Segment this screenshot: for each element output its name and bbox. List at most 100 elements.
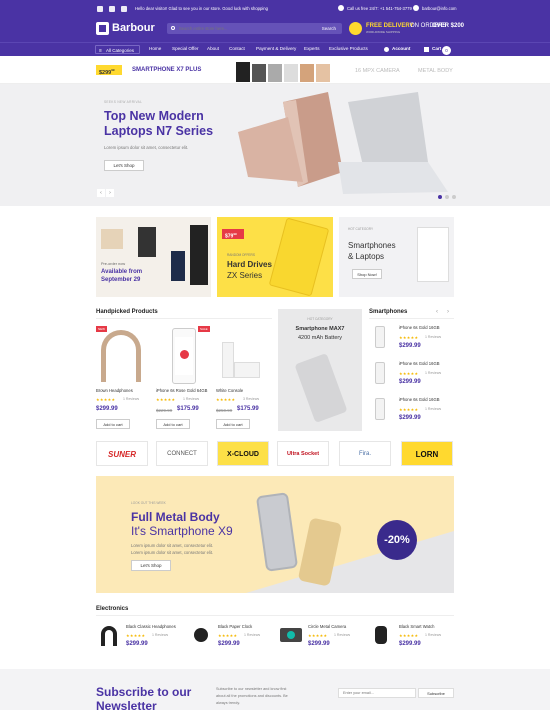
- shop-now-button[interactable]: Shop Now!: [352, 269, 382, 279]
- slider-dot-3[interactable]: [452, 195, 456, 199]
- smartphone-price: $299.99: [399, 343, 421, 349]
- search-input[interactable]: [179, 24, 309, 33]
- reviews-count: 3 Reviews: [243, 397, 260, 401]
- rating-stars: ★★★★★: [156, 397, 176, 402]
- nav-exclusive-products[interactable]: Exclusive Products: [329, 46, 368, 51]
- electronics-item[interactable]: Black Smart Watch ★★★★★ 1 Reviews $299.9…: [369, 620, 489, 660]
- hero-next-arrow[interactable]: ›: [106, 189, 114, 197]
- nav-home[interactable]: Home: [149, 46, 161, 51]
- main-nav: ≡ All Categories Home Special Offer Abou…: [0, 42, 550, 56]
- smartphone-list-item[interactable]: iPhone 6s Gold 16GB ★★★★★ 1 Reviews $299…: [369, 322, 454, 356]
- divider: [369, 318, 454, 319]
- smartphone-price: $299.99: [399, 415, 421, 421]
- metal-shop-button[interactable]: Let's Shop: [131, 560, 171, 571]
- tablet-image: [138, 227, 156, 257]
- logo-icon[interactable]: [96, 22, 109, 35]
- smartphones-next-arrow[interactable]: ›: [447, 309, 449, 315]
- electronics-price: $299.99: [126, 641, 148, 647]
- search-icon: [171, 26, 175, 30]
- electronics-name[interactable]: Circle Metal Camera: [308, 624, 346, 629]
- logo-text[interactable]: Barbour: [112, 22, 155, 34]
- product-name[interactable]: Brown Headphones: [96, 388, 133, 393]
- truck-icon: [349, 22, 362, 35]
- hard-drives-price-badge: $7999: [222, 229, 244, 240]
- rating-stars: ★★★★★: [399, 335, 419, 340]
- newsletter-section: Subscribe to our Newsletter Subscribe to…: [0, 669, 550, 713]
- nav-cart[interactable]: Cart: [432, 46, 441, 51]
- brand-logo-xcloud[interactable]: X-CLOUD: [217, 441, 269, 466]
- nav-about[interactable]: About: [207, 46, 219, 51]
- promo-price-badge: $29999: [96, 65, 122, 76]
- brand-logo-lorn[interactable]: LORN: [401, 441, 453, 466]
- hero-shop-button[interactable]: Let's Shop: [104, 160, 144, 171]
- newsletter-email-input[interactable]: [338, 688, 416, 698]
- electronics-name[interactable]: Black Classic Headphones: [126, 624, 176, 629]
- add-to-cart-button[interactable]: Add to cart: [216, 419, 250, 429]
- banner-preorder[interactable]: Pre-order now Available from September 2…: [96, 217, 211, 297]
- brand-logo-connect[interactable]: CONNECT: [156, 441, 208, 466]
- banner-smartphones[interactable]: HOT CATEGORY Smartphones & Laptops Shop …: [339, 217, 454, 297]
- banner-preorder-kicker: Pre-order now: [101, 262, 126, 266]
- phone-thumb: [375, 362, 385, 384]
- max7-kicker: HOT CATEGORY: [307, 317, 333, 321]
- smartphone-name[interactable]: iPhone 6s Gold 16GB: [399, 397, 440, 402]
- rating-stars: ★★★★★: [216, 397, 236, 402]
- hero-prev-arrow[interactable]: ‹: [97, 189, 105, 197]
- banner-preorder-line3: September 29: [101, 277, 141, 283]
- brand-logo-fira[interactable]: Fira.: [339, 441, 391, 466]
- max7-subtitle: 4200 mAh Battery: [297, 335, 343, 341]
- nav-special-offer[interactable]: Special Offer: [172, 46, 198, 51]
- metal-desc-1: Lorem ipsum dolor sit amet, consectetur …: [131, 543, 214, 548]
- facebook-icon[interactable]: [97, 6, 103, 12]
- electronics-name[interactable]: Black Paper Clock: [218, 624, 252, 629]
- electronics-price: $299.99: [218, 641, 240, 647]
- hero-title-line2: Laptops N7 Series: [104, 124, 214, 138]
- all-categories-button[interactable]: ≡ All Categories: [95, 45, 140, 54]
- nav-contact[interactable]: Contact: [229, 46, 245, 51]
- smartphone-list-item[interactable]: iPhone 6s Gold 16GB ★★★★★ 1 Reviews $299…: [369, 394, 454, 428]
- banner-hard-drives[interactable]: $7999 RANDOM OFFERS Hard Drives ZX Serie…: [217, 217, 333, 297]
- product-name[interactable]: White Console: [216, 388, 243, 393]
- slider-dot-2[interactable]: [445, 195, 449, 199]
- nav-account[interactable]: Account: [392, 46, 410, 51]
- search-button[interactable]: Search: [322, 26, 336, 31]
- slider-dot-1[interactable]: [438, 195, 442, 199]
- hero-slider: SEEKS NEW ARRIVAL Top New Modern Laptops…: [0, 84, 550, 206]
- header: Barbour Search FREE DELIVERY WORLDWIDE S…: [0, 19, 550, 42]
- nav-payment-delivery[interactable]: Payment & Delivery: [256, 46, 296, 51]
- metal-kicker: LOOK OUT THIS WEEK: [131, 501, 166, 505]
- add-to-cart-button[interactable]: Add to cart: [156, 419, 190, 429]
- product-price: $175.99: [177, 406, 199, 412]
- smartphone-list-item[interactable]: iPhone 6s Gold 16GB ★★★★★ 1 Reviews $299…: [369, 358, 454, 392]
- metal-body-banner[interactable]: LOOK OUT THIS WEEK Full Metal Body It's …: [96, 476, 454, 593]
- promo-strip[interactable]: $29999 SMARTPHONE X7 PLUS 16 MPX CAMERA …: [0, 56, 550, 84]
- reviews-count: 1 Reviews: [425, 371, 442, 375]
- add-to-cart-button[interactable]: Add to cart: [96, 419, 130, 429]
- product-name[interactable]: iPhone 6s Rose Gold 64GB: [156, 388, 207, 393]
- brand-logo-suner[interactable]: SUNER: [96, 441, 148, 466]
- smartphone-max7-banner[interactable]: HOT CATEGORY Smartphone MAX7 4200 mAh Ba…: [278, 309, 362, 431]
- reviews-count: 1 Reviews: [123, 397, 140, 401]
- reviews-count: 1 Reviews: [425, 407, 442, 411]
- nav-experts[interactable]: Experts: [304, 46, 320, 51]
- smartphones-prev-arrow[interactable]: ‹: [436, 309, 438, 315]
- instagram-icon[interactable]: [121, 6, 127, 12]
- twitter-icon[interactable]: [109, 6, 115, 12]
- newsletter-desc-2: about all the promotions and discounts. …: [216, 694, 288, 698]
- brand-logo-ultra-socket[interactable]: Ultra Socket: [277, 441, 329, 466]
- smartphone-name[interactable]: iPhone 6s Gold 16GB: [399, 361, 440, 366]
- max7-phone-image: [294, 353, 348, 423]
- max7-title: Smartphone MAX7: [295, 326, 345, 332]
- smartphone-name[interactable]: iPhone 6s Gold 16GB: [399, 325, 440, 330]
- email-link[interactable]: barbour@info.com: [422, 6, 457, 11]
- subscribe-button[interactable]: Subscribe: [418, 688, 454, 698]
- electronics-name[interactable]: Black Smart Watch: [399, 624, 434, 629]
- promo-feature-camera: 16 MPX CAMERA: [355, 68, 400, 74]
- newsletter-title-line2: Newsletter: [96, 699, 157, 713]
- phone-image-2: [190, 225, 208, 285]
- smartphones-banner-kicker: HOT CATEGORY: [348, 227, 374, 231]
- discount-badge: -20%: [377, 520, 417, 560]
- console-image: [222, 342, 234, 378]
- rating-stars: ★★★★★: [126, 633, 146, 638]
- phone-thumb: [375, 326, 385, 348]
